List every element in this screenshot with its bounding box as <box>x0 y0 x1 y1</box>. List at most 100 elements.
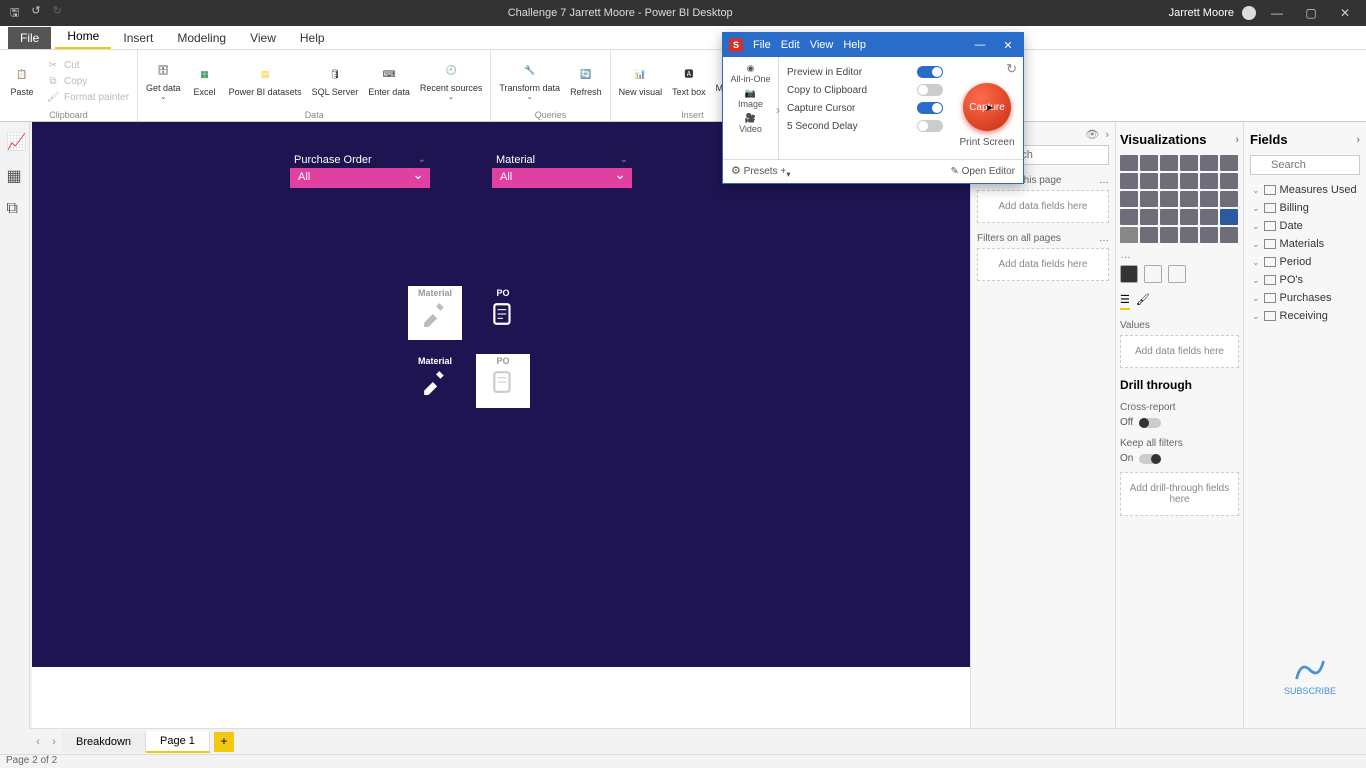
pbi-datasets-button[interactable]: ▤Power BI datasets <box>225 62 306 100</box>
tab-home[interactable]: Home <box>55 25 111 49</box>
refresh-button[interactable]: 🔄Refresh <box>566 62 606 100</box>
sp-open-editor-button[interactable]: ✎ Open Editor <box>950 166 1015 177</box>
tile-material[interactable]: Material <box>408 354 462 408</box>
slicer-purchase-order[interactable]: Purchase Order⌄ All <box>290 152 430 188</box>
undo-icon[interactable]: ↺ <box>31 4 40 23</box>
chevron-right-icon[interactable]: › <box>1105 129 1109 141</box>
page-prev-button[interactable]: ‹ <box>30 736 46 748</box>
slicer-po-dropdown[interactable]: All <box>290 168 430 188</box>
tile-po[interactable]: PO <box>476 286 530 340</box>
field-table-item[interactable]: ⌄Materials <box>1250 235 1360 253</box>
sp-close-button[interactable]: ✕ <box>999 39 1017 52</box>
field-table-item[interactable]: ⌄Period <box>1250 253 1360 271</box>
save-icon[interactable]: 🖫 <box>10 4 19 23</box>
transform-data-button[interactable]: 🔧Transform data⌄ <box>495 58 564 104</box>
sp-options: Preview in Editor Copy to Clipboard Capt… <box>779 57 951 159</box>
redo-icon[interactable]: ↻ <box>53 4 62 23</box>
subscribe-badge[interactable]: SUBSCRIBE <box>1284 656 1336 696</box>
tile-material-selected[interactable]: Material <box>408 286 462 340</box>
sp-mode-bar: ◉All-in-One 📷Image 🎥Video › <box>723 57 779 159</box>
sql-server-button[interactable]: 🛢SQL Server <box>308 62 363 100</box>
more-icon[interactable]: … <box>1120 249 1239 261</box>
fields-search-input[interactable] <box>1250 155 1360 175</box>
viz-fields-tab[interactable] <box>1120 265 1138 283</box>
maximize-button[interactable]: ▢ <box>1298 6 1324 20</box>
sp-menu-edit[interactable]: Edit <box>781 39 800 51</box>
viz-gallery[interactable] <box>1120 155 1239 243</box>
avatar[interactable] <box>1242 6 1256 20</box>
model-view-icon[interactable]: ⧉ <box>7 200 23 216</box>
field-table-item[interactable]: ⌄Measures Used <box>1250 181 1360 199</box>
field-table-item[interactable]: ⌄Billing <box>1250 199 1360 217</box>
tab-insert[interactable]: Insert <box>111 27 165 49</box>
sp-mode-video[interactable]: 🎥Video <box>739 111 762 136</box>
sp-mode-image[interactable]: 📷Image <box>738 86 763 111</box>
excel-button[interactable]: ▦Excel <box>187 62 223 100</box>
page-tab-breakdown[interactable]: Breakdown <box>62 732 146 752</box>
close-button[interactable]: ✕ <box>1332 6 1358 20</box>
sp-presets-button[interactable]: ⚙ Presets +▾ <box>731 164 790 179</box>
keep-filters-toggle[interactable] <box>1139 454 1161 464</box>
format-painter-button[interactable]: 🖌Format painter <box>42 89 133 105</box>
tab-help[interactable]: Help <box>288 27 337 49</box>
field-table-item[interactable]: ⌄Receiving <box>1250 307 1360 325</box>
sp-opt-preview-label: Preview in Editor <box>787 67 862 78</box>
report-view-icon[interactable]: 📈 <box>7 132 23 148</box>
field-table-item[interactable]: ⌄Date <box>1250 217 1360 235</box>
chevron-down-icon[interactable]: ⌄ <box>418 154 426 166</box>
filters-page-well[interactable]: Add data fields here <box>977 190 1109 223</box>
filters-all-well[interactable]: Add data fields here <box>977 248 1109 281</box>
new-visual-button[interactable]: 📊New visual <box>615 62 667 100</box>
sp-preview-toggle[interactable] <box>917 66 943 78</box>
more-icon[interactable]: … <box>1099 233 1109 244</box>
get-data-button[interactable]: 🗄Get data⌄ <box>142 58 185 104</box>
tab-file[interactable]: File <box>8 27 51 49</box>
sp-menu-help[interactable]: Help <box>843 39 866 51</box>
data-view-icon[interactable]: ▦ <box>7 166 23 182</box>
tab-view[interactable]: View <box>238 27 288 49</box>
text-box-button[interactable]: 🅰Text box <box>668 62 710 100</box>
slicer-material[interactable]: Material⌄ All <box>492 152 632 188</box>
tile-po-selected[interactable]: PO <box>476 354 530 408</box>
screenpresso-window[interactable]: S File Edit View Help — ✕ ◉All-in-One 📷I… <box>722 32 1024 184</box>
sp-menu-view[interactable]: View <box>810 39 834 51</box>
sp-refresh-icon[interactable]: ↻ <box>1006 61 1023 77</box>
sp-capture-button[interactable]: Capture➤ <box>963 83 1011 131</box>
chevron-right-icon[interactable]: › <box>1356 134 1360 146</box>
tab-modeling[interactable]: Modeling <box>165 27 238 49</box>
cut-button[interactable]: ✂Cut <box>42 57 133 73</box>
chevron-down-icon[interactable]: ⌄ <box>620 154 628 166</box>
slicer-material-dropdown[interactable]: All <box>492 168 632 188</box>
enter-data-button[interactable]: ⌨Enter data <box>364 62 414 100</box>
page-next-button[interactable]: › <box>46 736 62 748</box>
paste-button[interactable]: 📋Paste <box>4 62 40 100</box>
field-table-item[interactable]: ⌄PO's <box>1250 271 1360 289</box>
sp-mode-allinone[interactable]: ◉All-in-One <box>730 61 770 86</box>
sp-copy-toggle[interactable] <box>917 84 943 96</box>
minimize-button[interactable]: — <box>1264 6 1290 20</box>
fields-icon[interactable]: ☰ <box>1120 293 1130 310</box>
report-canvas[interactable]: Purchase Order⌄ All Material⌄ All Materi… <box>32 122 970 667</box>
chevron-right-icon[interactable]: › <box>1235 134 1239 146</box>
format-icon[interactable]: 🖌 <box>1136 293 1150 310</box>
viz-format-tab[interactable] <box>1144 265 1162 283</box>
viz-analytics-tab[interactable] <box>1168 265 1186 283</box>
drill-well[interactable]: Add drill-through fields here <box>1120 472 1239 516</box>
copy-button[interactable]: ⧉Copy <box>42 73 133 89</box>
recent-sources-button[interactable]: 🕘Recent sources⌄ <box>416 58 487 104</box>
page-tab-page1[interactable]: Page 1 <box>146 731 210 753</box>
add-page-button[interactable]: + <box>214 732 234 752</box>
sp-menu-file[interactable]: File <box>753 39 771 51</box>
field-table-item[interactable]: ⌄Purchases <box>1250 289 1360 307</box>
filters-all-pages-label: Filters on all pages <box>977 233 1061 244</box>
sp-minimize-button[interactable]: — <box>971 39 989 51</box>
sp-cursor-toggle[interactable] <box>917 102 943 114</box>
cross-report-toggle[interactable] <box>1139 418 1161 428</box>
sp-titlebar[interactable]: S File Edit View Help — ✕ <box>723 33 1023 57</box>
sp-delay-toggle[interactable] <box>917 120 943 132</box>
more-icon[interactable]: … <box>1099 175 1109 186</box>
eye-icon[interactable]: 👁 <box>1085 129 1099 141</box>
values-well[interactable]: Add data fields here <box>1120 335 1239 368</box>
chevron-right-icon[interactable]: › <box>776 103 780 117</box>
user-name[interactable]: Jarrett Moore <box>1169 7 1234 19</box>
